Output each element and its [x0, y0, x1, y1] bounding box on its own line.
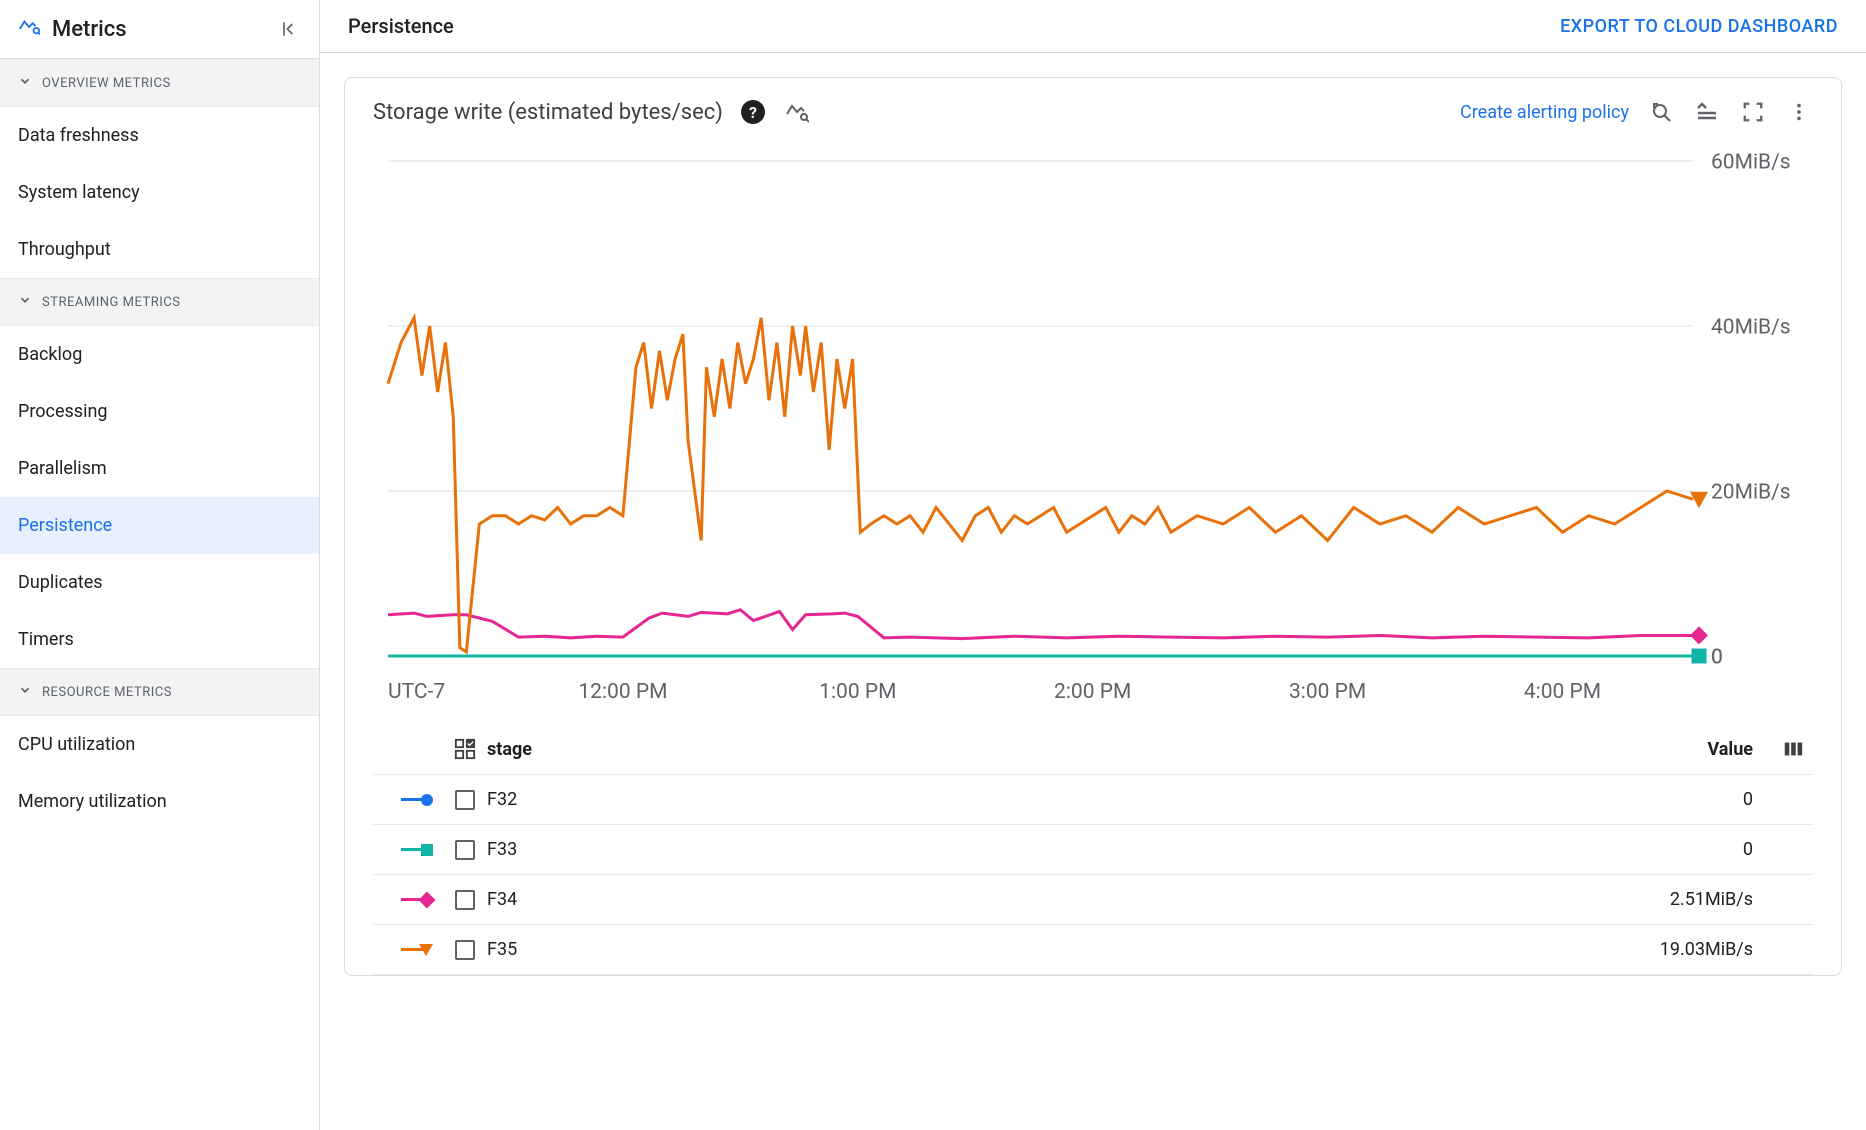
fullscreen-icon[interactable]: [1739, 98, 1767, 126]
section-header-resource[interactable]: RESOURCE METRICS: [0, 668, 319, 716]
nav-item-memory-utilization[interactable]: Memory utilization: [0, 773, 319, 830]
legend-table: stage Value F32 0: [373, 724, 1813, 975]
nav-item-data-freshness[interactable]: Data freshness: [0, 107, 319, 164]
reset-zoom-icon[interactable]: [1647, 98, 1675, 126]
svg-text:2:00 PM: 2:00 PM: [1054, 680, 1131, 704]
series-checkbox[interactable]: [443, 890, 487, 910]
legend-row: F35 19.03MiB/s: [373, 925, 1813, 975]
chevron-down-icon: [18, 683, 32, 701]
nav-item-duplicates[interactable]: Duplicates: [0, 554, 319, 611]
column-picker-icon[interactable]: [1773, 738, 1813, 760]
series-stage: F32: [487, 789, 1613, 810]
series-stage: F35: [487, 939, 1613, 960]
svg-text:40MiB/s: 40MiB/s: [1711, 316, 1791, 340]
legend-row: F32 0: [373, 775, 1813, 825]
svg-text:1:00 PM: 1:00 PM: [819, 680, 896, 704]
legend-row: F34 2.51MiB/s: [373, 875, 1813, 925]
series-checkbox[interactable]: [443, 790, 487, 810]
nav-item-throughput[interactable]: Throughput: [0, 221, 319, 278]
chevron-down-icon: [18, 293, 32, 311]
chevron-down-icon: [18, 74, 32, 92]
chart[interactable]: 020MiB/s40MiB/s60MiB/s0UTC-712:00 PM1:00…: [373, 146, 1813, 716]
section-label: RESOURCE METRICS: [42, 685, 172, 700]
metrics-icon: [18, 16, 40, 42]
more-options-icon[interactable]: [1785, 98, 1813, 126]
series-value: 0: [1613, 789, 1773, 810]
series-stage: F33: [487, 839, 1613, 860]
svg-text:12:00 PM: 12:00 PM: [578, 680, 667, 704]
series-checkbox[interactable]: [443, 840, 487, 860]
nav-item-cpu-utilization[interactable]: CPU utilization: [0, 716, 319, 773]
series-checkbox[interactable]: [443, 940, 487, 960]
section-label: STREAMING METRICS: [42, 295, 180, 310]
series-marker: [373, 948, 443, 951]
chart-title: Storage write (estimated bytes/sec): [373, 100, 723, 125]
svg-text:0: 0: [1711, 646, 1723, 670]
nav-item-persistence[interactable]: Persistence: [0, 497, 319, 554]
chart-card-header: Storage write (estimated bytes/sec) ? Cr…: [373, 98, 1813, 126]
series-marker: [373, 898, 443, 901]
export-to-dashboard-button[interactable]: EXPORT TO CLOUD DASHBOARD: [1560, 16, 1838, 37]
series-value: 0: [1613, 839, 1773, 860]
nav-item-parallelism[interactable]: Parallelism: [0, 440, 319, 497]
legend-header-row: stage Value: [373, 724, 1813, 775]
nav-item-timers[interactable]: Timers: [0, 611, 319, 668]
section-label: OVERVIEW METRICS: [42, 76, 171, 91]
svg-text:20MiB/s: 20MiB/s: [1711, 481, 1791, 505]
series-value: 19.03MiB/s: [1613, 939, 1773, 960]
select-all-icon[interactable]: [443, 738, 487, 760]
svg-text:4:00 PM: 4:00 PM: [1524, 680, 1601, 704]
legend-header-value[interactable]: Value: [1613, 739, 1773, 760]
main: Persistence EXPORT TO CLOUD DASHBOARD St…: [320, 0, 1866, 1130]
sidebar-header: Metrics: [0, 0, 319, 59]
series-value: 2.51MiB/s: [1613, 889, 1773, 910]
legend-row: F33 0: [373, 825, 1813, 875]
sidebar: Metrics OVERVIEW METRICS Data freshness …: [0, 0, 320, 1130]
legend-header-stage[interactable]: stage: [487, 739, 1613, 760]
help-icon[interactable]: ?: [741, 100, 765, 124]
svg-text:UTC-7: UTC-7: [388, 680, 445, 704]
nav-item-processing[interactable]: Processing: [0, 383, 319, 440]
metrics-explorer-icon[interactable]: [783, 98, 811, 126]
create-alerting-policy-link[interactable]: Create alerting policy: [1460, 102, 1629, 123]
chart-card: Storage write (estimated bytes/sec) ? Cr…: [344, 77, 1842, 976]
series-marker: [373, 798, 443, 801]
page-title: Persistence: [348, 14, 1560, 38]
svg-text:3:00 PM: 3:00 PM: [1289, 680, 1366, 704]
nav-item-backlog[interactable]: Backlog: [0, 326, 319, 383]
section-header-overview[interactable]: OVERVIEW METRICS: [0, 59, 319, 107]
sidebar-title: Metrics: [52, 17, 265, 42]
section-header-streaming[interactable]: STREAMING METRICS: [0, 278, 319, 326]
collapse-sidebar-button[interactable]: [277, 17, 301, 41]
main-header: Persistence EXPORT TO CLOUD DASHBOARD: [320, 0, 1866, 53]
series-marker: [373, 848, 443, 851]
nav-item-system-latency[interactable]: System latency: [0, 164, 319, 221]
series-stage: F34: [487, 889, 1613, 910]
legend-icon[interactable]: [1693, 98, 1721, 126]
svg-text:60MiB/s: 60MiB/s: [1711, 151, 1791, 175]
